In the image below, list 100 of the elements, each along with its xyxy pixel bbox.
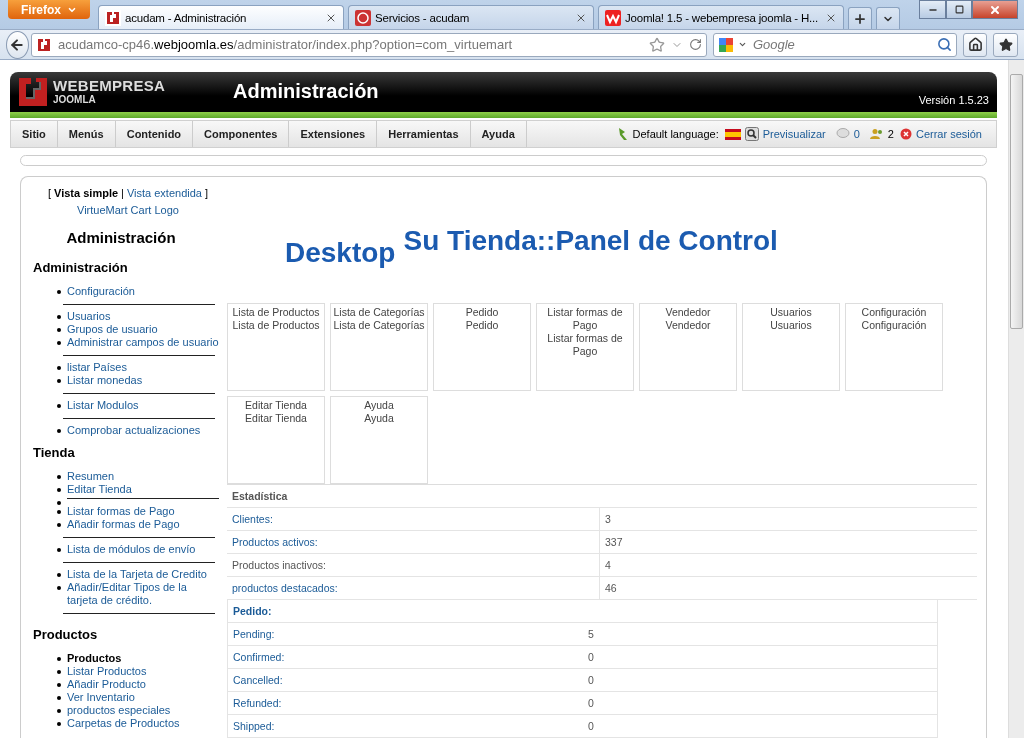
sidebar-link[interactable]: Añadir formas de Pago bbox=[67, 518, 219, 531]
bullet-icon bbox=[57, 722, 61, 726]
shortcut-tile[interactable]: Configuración Configuración bbox=[845, 303, 943, 391]
sidebar-title: Administración bbox=[65, 229, 177, 246]
bullet-icon bbox=[57, 696, 61, 700]
stat-link[interactable]: Productos activos: bbox=[227, 531, 600, 553]
address-bar[interactable]: acudamco-cp46.webjoomla.es/administrator/index.php?option=com_virtuemart bbox=[30, 32, 707, 57]
sidebar-link[interactable]: Comprobar actualizaciones bbox=[67, 424, 219, 437]
sidebar-link[interactable]: productos especiales bbox=[67, 704, 219, 717]
table-cell-text: 0 bbox=[587, 696, 595, 711]
browser-tab[interactable]: acudam - Administración bbox=[98, 5, 344, 29]
view-option-link[interactable]: Vista extendida bbox=[126, 187, 202, 199]
stat-link[interactable]: Clientes: bbox=[227, 508, 600, 530]
reload-icon[interactable] bbox=[688, 38, 702, 51]
bullet-icon bbox=[57, 475, 61, 479]
scrollbar[interactable] bbox=[1008, 60, 1024, 738]
maximize-button[interactable] bbox=[946, 0, 972, 19]
shortcut-tile[interactable]: Usuarios Usuarios bbox=[742, 303, 840, 391]
order-status-link[interactable]: Pending: bbox=[228, 623, 583, 645]
language-label: Default language: bbox=[632, 128, 719, 140]
joomla-favicon-icon bbox=[35, 36, 52, 53]
table-cell-text: 0 bbox=[587, 719, 595, 734]
bookmark-star-icon[interactable] bbox=[648, 36, 665, 53]
star-icon bbox=[998, 37, 1013, 52]
browser-tab[interactable]: Servicios - acudam bbox=[348, 5, 594, 29]
minimize-button[interactable] bbox=[919, 0, 946, 19]
menu-item[interactable]: Contenido bbox=[115, 121, 194, 147]
sidebar-link[interactable]: Configuración bbox=[67, 285, 219, 298]
bullet-icon bbox=[57, 523, 61, 527]
logout-icon bbox=[899, 128, 912, 140]
shortcut-tile[interactable]: Pedido Pedido bbox=[433, 303, 531, 391]
search-box[interactable]: Google bbox=[712, 32, 957, 57]
order-status-link[interactable]: Confirmed: bbox=[228, 646, 583, 668]
bullet-icon bbox=[57, 366, 61, 370]
maximize-icon bbox=[954, 5, 964, 14]
close-window-button[interactable] bbox=[972, 0, 1018, 19]
shortcut-tile[interactable]: Ayuda Ayuda bbox=[330, 396, 428, 484]
sidebar-link[interactable]: Administrar campos de usuario bbox=[67, 336, 219, 349]
sidebar-link[interactable]: Añadir Producto bbox=[67, 678, 219, 691]
sidebar-link[interactable]: Resumen bbox=[67, 470, 219, 483]
order-status-link[interactable]: Shipped: bbox=[228, 715, 583, 737]
preview-link[interactable]: Previsualizar bbox=[762, 128, 826, 140]
sidebar-link[interactable]: Listar monedas bbox=[67, 374, 219, 387]
menu-item[interactable]: Sitio bbox=[11, 121, 58, 147]
messages-count[interactable]: 0 bbox=[853, 128, 860, 140]
menu-item[interactable]: Extensiones bbox=[289, 121, 378, 147]
shortcut-tile[interactable]: Listar formas de Pago Listar formas de Pago bbox=[536, 303, 634, 391]
sidebar-link[interactable]: Editar Tienda bbox=[67, 483, 219, 496]
bullet-icon bbox=[57, 657, 61, 661]
sidebar-link[interactable]: Ver Inventario bbox=[67, 691, 219, 704]
order-status-link[interactable]: Cancelled: bbox=[228, 669, 583, 691]
view-option-link[interactable]: Vista simple bbox=[54, 187, 119, 199]
brand-name: WEBEMPRESA bbox=[53, 78, 166, 94]
shortcut-tile[interactable]: Editar Tienda Editar Tienda bbox=[227, 396, 325, 484]
new-tab-button[interactable] bbox=[848, 7, 872, 29]
search-icon[interactable] bbox=[936, 37, 952, 52]
sidebar-link[interactable]: Usuarios bbox=[67, 310, 219, 323]
menu-item[interactable]: Componentes bbox=[193, 121, 290, 147]
scroll-thumb[interactable] bbox=[1010, 74, 1023, 329]
shortcut-tile[interactable]: Lista de Categorías Lista de Categorías bbox=[330, 303, 428, 391]
sidebar-link[interactable]: Lista de módulos de envío bbox=[67, 543, 219, 556]
badge-favicon-icon bbox=[355, 9, 371, 26]
menu-item[interactable]: Ayuda bbox=[470, 121, 527, 147]
page-header-title: Administración bbox=[233, 79, 379, 103]
tab-list-button[interactable] bbox=[876, 7, 900, 29]
bullet-icon bbox=[57, 488, 61, 492]
logout-link[interactable]: Cerrar sesión bbox=[915, 128, 982, 140]
bullet-icon bbox=[57, 341, 61, 345]
sidebar-link[interactable]: Añadir/Editar Tipos de la tarjeta de crédito. bbox=[67, 581, 219, 607]
sidebar-link[interactable]: Listar Modulos bbox=[67, 399, 219, 412]
sidebar-link[interactable]: Carpetas de Productos bbox=[67, 717, 219, 730]
bullet-icon bbox=[57, 290, 61, 294]
shortcut-tile[interactable]: Vendedor Vendedor bbox=[639, 303, 737, 391]
caret-icon[interactable] bbox=[737, 40, 747, 49]
home-button[interactable] bbox=[962, 32, 988, 57]
bullet-icon bbox=[57, 328, 61, 332]
order-status-link[interactable]: Refunded: bbox=[228, 692, 583, 714]
bullet-icon bbox=[57, 510, 61, 514]
zigzag-favicon-icon bbox=[605, 9, 621, 26]
flag-icon[interactable] bbox=[724, 128, 741, 140]
sidebar-link[interactable]: listar Países bbox=[67, 361, 219, 374]
shortcut-tile[interactable]: Lista de Productos Lista de Productos bbox=[227, 303, 325, 391]
browser-tab[interactable]: Joomla! 1.5 - webempresa joomla - H... bbox=[598, 5, 844, 29]
bullet-icon bbox=[57, 404, 61, 408]
sidebar-link[interactable]: Listar formas de Pago bbox=[67, 505, 219, 518]
bookmarks-button[interactable] bbox=[993, 32, 1018, 57]
plus-icon bbox=[853, 11, 867, 26]
users-icon bbox=[869, 128, 884, 140]
back-button[interactable] bbox=[6, 30, 29, 59]
table-cell-text: 4 bbox=[604, 558, 612, 573]
sidebar-link[interactable]: Grupos de usuario bbox=[67, 323, 219, 336]
menu-item[interactable]: Herramientas bbox=[377, 121, 471, 147]
sidebar-link[interactable]: Productos bbox=[67, 652, 219, 665]
sidebar-link[interactable]: Lista de la Tarjeta de Credito bbox=[67, 568, 219, 581]
menu-item[interactable]: Menús bbox=[57, 121, 116, 147]
bullet-icon bbox=[57, 379, 61, 383]
sidebar-link[interactable]: Listar Productos bbox=[67, 665, 219, 678]
message-icon bbox=[835, 128, 850, 140]
stat-link[interactable]: productos destacados: bbox=[227, 577, 600, 599]
table-cell-text: 0 bbox=[587, 650, 595, 665]
